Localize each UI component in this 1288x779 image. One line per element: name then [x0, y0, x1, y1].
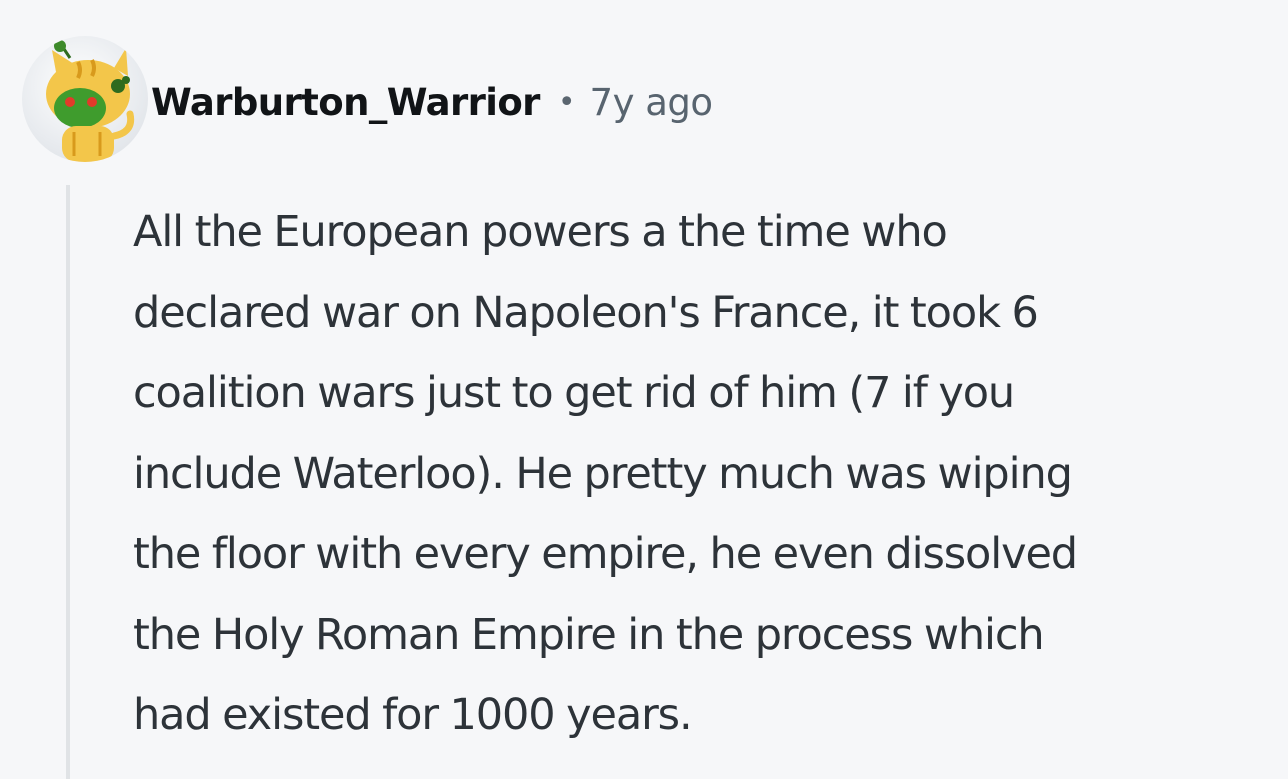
comment-header: Warburton_Warrior • 7y ago [151, 74, 713, 130]
comment-body-line: had existed for 1000 years. [133, 690, 693, 740]
comment-body-line: coalition wars just to get rid of him (7… [133, 368, 1015, 418]
comment-body-line: the floor with every empire, he even dis… [133, 529, 1078, 579]
username-link[interactable]: Warburton_Warrior [151, 81, 540, 124]
comment-body-line: declared war on Napoleon's France, it to… [133, 287, 1039, 338]
comment-timestamp[interactable]: 7y ago [590, 81, 714, 124]
comment-body: All the European powers a the time who d… [133, 192, 1283, 756]
meta-separator: • [557, 84, 576, 120]
comment-body-line: include Waterloo). He pretty much was wi… [133, 448, 1073, 499]
thread-line[interactable] [66, 185, 70, 779]
comment-body-line: All the European powers a the time who [133, 207, 948, 257]
comment: Warburton_Warrior • 7y ago All the Europ… [0, 0, 1288, 779]
snoo-avatar-icon [46, 40, 135, 162]
comment-body-line: the Holy Roman Empire in the process whi… [133, 609, 1045, 660]
user-avatar[interactable] [22, 36, 148, 162]
